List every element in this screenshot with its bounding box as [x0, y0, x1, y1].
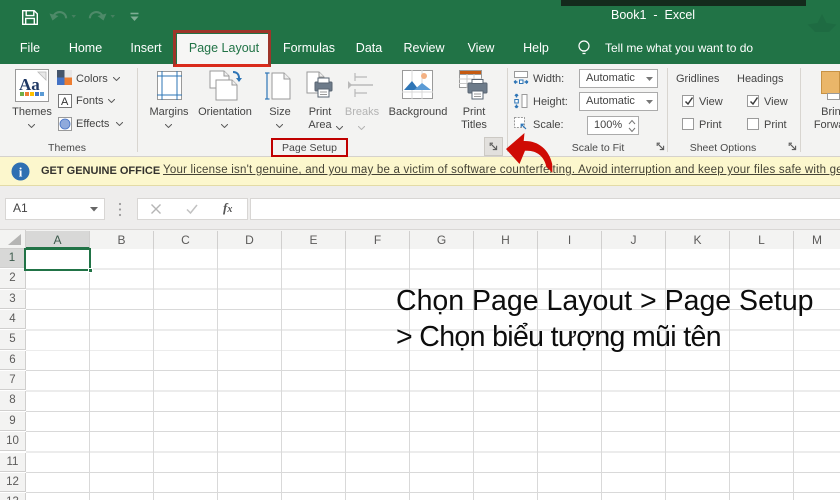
svg-text:i: i: [19, 165, 23, 180]
svg-text:Aa: Aa: [19, 75, 40, 94]
svg-text:A: A: [61, 96, 69, 108]
